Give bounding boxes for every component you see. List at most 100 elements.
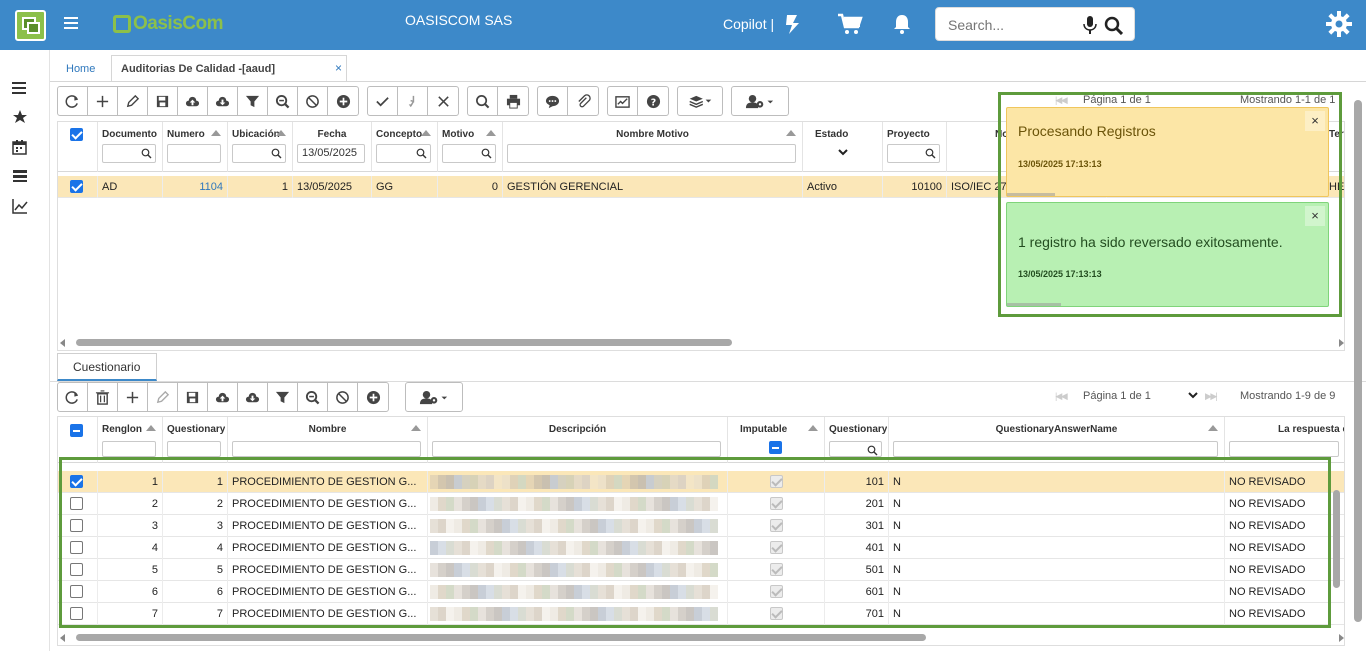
filter-fecha[interactable]: 13/05/2025 xyxy=(297,144,365,163)
sort-icon[interactable] xyxy=(1208,425,1218,431)
row-checkbox[interactable] xyxy=(70,180,83,193)
filter-ubicacion[interactable] xyxy=(232,144,286,163)
chart-line-icon[interactable] xyxy=(12,198,28,214)
col-estado[interactable]: Estado xyxy=(803,122,883,172)
cancel-button[interactable] xyxy=(328,383,358,411)
next-last-page-icon[interactable]: ▶ ▶| xyxy=(1205,391,1227,401)
filter-motivo[interactable] xyxy=(442,144,496,163)
comments-button[interactable] xyxy=(538,87,568,115)
col-ubicacion[interactable]: Ubicación xyxy=(228,122,293,172)
search-input[interactable] xyxy=(948,16,1078,34)
scroll-left-arrow[interactable] xyxy=(60,634,65,642)
filter-button[interactable] xyxy=(268,383,298,411)
sort-icon[interactable] xyxy=(486,130,496,136)
chevron-down-icon[interactable] xyxy=(1188,392,1198,400)
close-button[interactable] xyxy=(428,87,458,115)
filter-questionary[interactable] xyxy=(167,441,221,457)
search-icon[interactable] xyxy=(1104,16,1123,35)
sort-icon[interactable] xyxy=(211,130,221,136)
cancel-button[interactable] xyxy=(298,87,328,115)
filter-nombre[interactable] xyxy=(232,441,421,457)
close-tab-icon[interactable]: × xyxy=(335,61,342,75)
copilot-icon[interactable] xyxy=(781,12,805,36)
sort-icon[interactable] xyxy=(421,130,431,136)
add-button[interactable] xyxy=(118,383,148,411)
cell-numero-link[interactable]: 1104 xyxy=(163,176,228,198)
layers-dropdown-button[interactable] xyxy=(678,87,722,115)
filter-answer-id[interactable] xyxy=(829,441,882,457)
scroll-right-arrow[interactable] xyxy=(1339,634,1344,642)
close-icon[interactable]: × xyxy=(1305,111,1325,131)
col-fecha[interactable]: Fecha 13/05/2025 xyxy=(293,122,372,172)
user-settings-dropdown-button[interactable] xyxy=(732,87,788,115)
scroll-thumb[interactable] xyxy=(1354,100,1362,622)
sort-icon[interactable] xyxy=(808,425,818,431)
menu-icon[interactable] xyxy=(64,17,78,31)
tab-auditorias[interactable]: Auditorias De Calidad -[aaud] × xyxy=(111,55,347,82)
questionnaire-hscroll[interactable] xyxy=(58,631,1344,643)
help-button[interactable]: ? xyxy=(638,87,668,115)
filter-numero[interactable] xyxy=(167,144,221,163)
scroll-thumb[interactable] xyxy=(1333,490,1340,588)
calendar-icon[interactable] xyxy=(12,139,28,155)
sort-icon[interactable] xyxy=(411,425,421,431)
filter-descripcion[interactable] xyxy=(432,441,721,457)
settings-gear-icon[interactable] xyxy=(1326,11,1352,37)
tab-cuestionario[interactable]: Cuestionario xyxy=(57,353,157,381)
list-menu-icon[interactable] xyxy=(12,80,28,96)
delete-button[interactable] xyxy=(88,383,118,411)
app-logo-icon[interactable] xyxy=(15,10,46,41)
cart-icon[interactable] xyxy=(837,13,863,35)
select-all-checkbox[interactable] xyxy=(70,424,83,437)
col-documento[interactable]: Documento xyxy=(98,122,163,172)
scroll-thumb[interactable] xyxy=(76,634,926,641)
questionnaire-vscroll[interactable] xyxy=(1331,468,1341,626)
page-vscroll[interactable] xyxy=(1352,92,1364,633)
refresh-button[interactable] xyxy=(58,383,88,411)
scroll-right-arrow[interactable] xyxy=(1339,339,1344,347)
attach-button[interactable] xyxy=(568,87,598,115)
filter-proyecto[interactable] xyxy=(887,144,940,163)
filter-concepto[interactable] xyxy=(376,144,431,163)
print-button[interactable] xyxy=(498,87,528,115)
select-all-checkbox[interactable] xyxy=(70,128,83,141)
col-numero[interactable]: Numero xyxy=(163,122,228,172)
upload-button[interactable] xyxy=(178,87,208,115)
edit-button[interactable] xyxy=(118,87,148,115)
col-nombre-motivo[interactable]: Nombre Motivo xyxy=(503,122,803,172)
add-button[interactable] xyxy=(88,87,118,115)
col-proyecto[interactable]: Proyecto xyxy=(883,122,947,172)
filter-renglon[interactable] xyxy=(102,441,156,457)
zoom-out-button[interactable] xyxy=(298,383,328,411)
filter-button[interactable] xyxy=(238,87,268,115)
save-button[interactable] xyxy=(148,87,178,115)
col-concepto[interactable]: Concepto xyxy=(372,122,438,172)
zoom-out-button[interactable] xyxy=(268,87,298,115)
add-circle-button[interactable] xyxy=(328,87,358,115)
user-settings-dropdown-button[interactable] xyxy=(406,383,462,411)
col-motivo[interactable]: Motivo xyxy=(438,122,503,172)
bell-icon[interactable] xyxy=(892,14,912,34)
tab-home[interactable]: Home xyxy=(55,57,105,81)
scroll-left-arrow[interactable] xyxy=(60,339,65,347)
filter-respuesta[interactable] xyxy=(1229,441,1339,457)
audit-grid-hscroll[interactable] xyxy=(58,336,1344,348)
sort-icon[interactable] xyxy=(786,130,796,136)
upload-button[interactable] xyxy=(208,383,238,411)
sort-icon[interactable] xyxy=(146,425,156,431)
sort-icon[interactable] xyxy=(276,130,286,136)
scroll-thumb[interactable] xyxy=(76,339,732,346)
refresh-button[interactable] xyxy=(58,87,88,115)
star-icon[interactable] xyxy=(12,109,28,125)
edit-button[interactable] xyxy=(148,383,178,411)
approve-button[interactable] xyxy=(368,87,398,115)
filter-documento[interactable] xyxy=(102,144,156,163)
report-list-icon[interactable] xyxy=(12,168,28,184)
sign-button[interactable] xyxy=(608,87,638,115)
search-button[interactable] xyxy=(468,87,498,115)
copilot-label[interactable]: Copilot | xyxy=(723,16,774,32)
reverse-button[interactable] xyxy=(398,87,428,115)
download-button[interactable] xyxy=(238,383,268,411)
chevron-down-icon[interactable] xyxy=(837,146,849,158)
save-button[interactable] xyxy=(178,383,208,411)
